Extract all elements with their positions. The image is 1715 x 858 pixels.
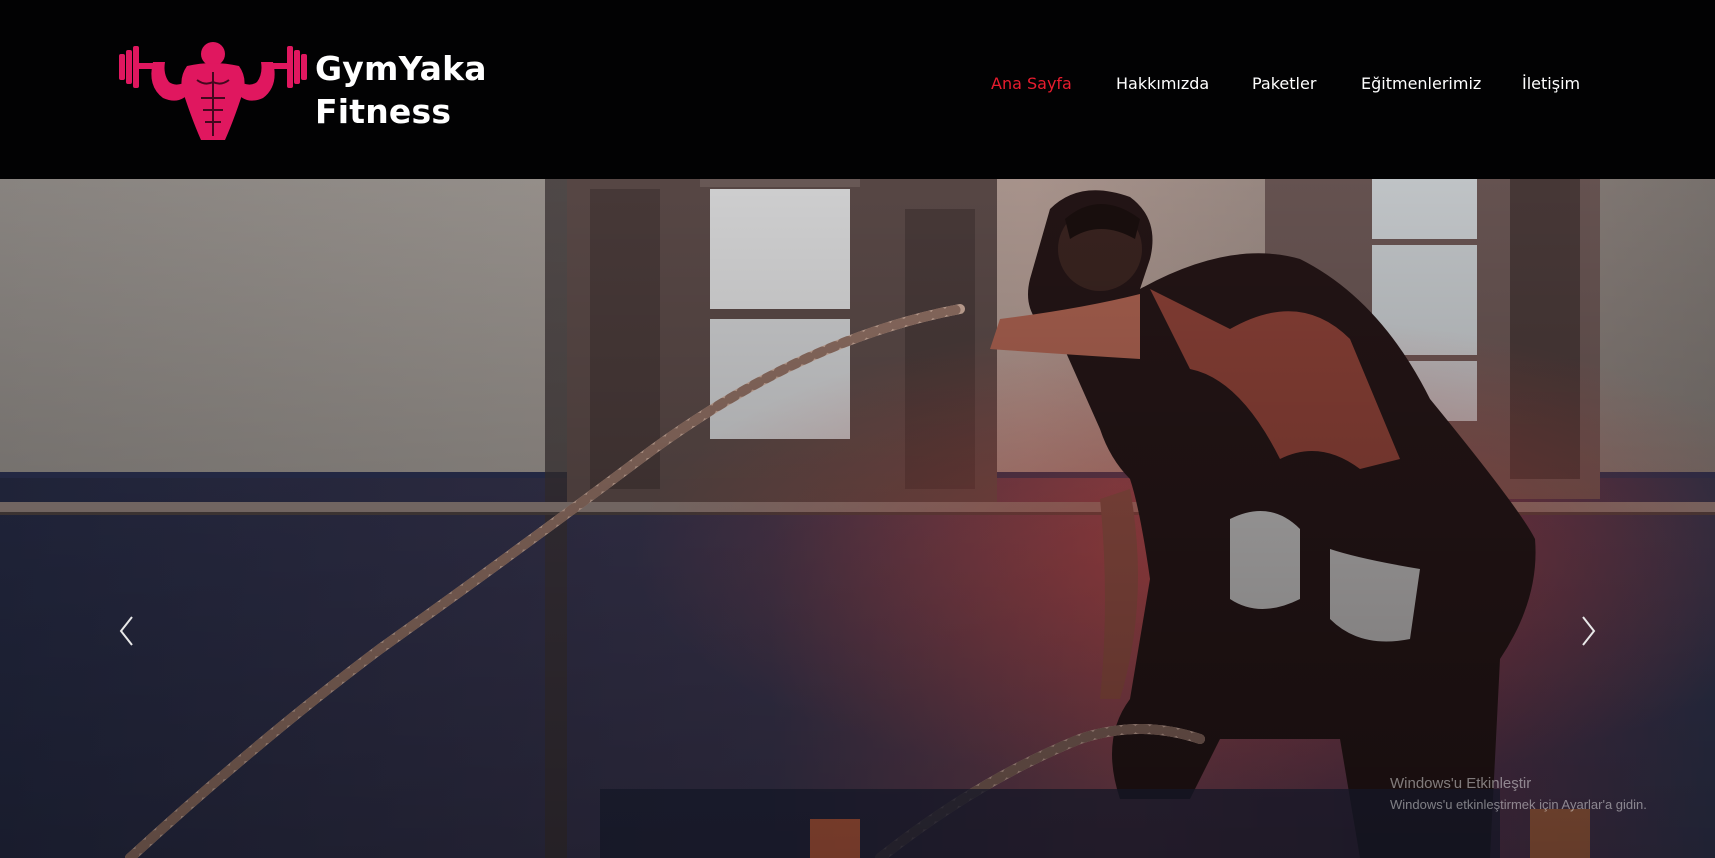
chevron-right-icon [1582, 616, 1596, 646]
nav-item-trainers[interactable]: Eğitmenlerimiz [1361, 74, 1481, 93]
hero-slide-image [0, 179, 1715, 858]
hero-carousel [0, 179, 1715, 858]
nav-item-contact[interactable]: İletişim [1522, 74, 1580, 93]
carousel-next-button[interactable] [1568, 611, 1608, 651]
watermark-title: Windows'u Etkinleştir [1390, 775, 1532, 792]
carousel-prev-button[interactable] [107, 611, 147, 651]
nav-item-home[interactable]: Ana Sayfa [991, 74, 1072, 93]
nav-item-packages[interactable]: Paketler [1252, 74, 1316, 93]
site-header: GymYaka Fitness Ana Sayfa Hakkımızda Pak… [0, 0, 1715, 179]
os-activation-watermark: Windows'u Etkinleştir Windows'u etkinleş… [1390, 774, 1647, 814]
watermark-subtitle: Windows'u etkinleştirmek için Ayarlar'a … [1390, 797, 1647, 812]
main-nav: Ana Sayfa Hakkımızda Paketler Eğitmenler… [0, 74, 1715, 98]
nav-item-about[interactable]: Hakkımızda [1116, 74, 1209, 93]
chevron-left-icon [119, 616, 133, 646]
